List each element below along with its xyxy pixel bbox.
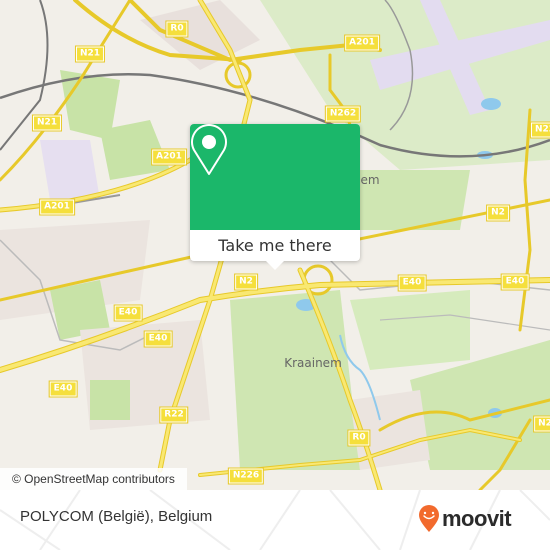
- road-shield-a201: A201: [151, 148, 187, 166]
- place-label-kraainem: Kraainem: [284, 356, 342, 370]
- road-shield-e40: E40: [113, 304, 143, 322]
- moovit-pin-icon: [419, 505, 439, 532]
- road-shield-r22: R22: [159, 406, 189, 424]
- road-shield-a201: A201: [344, 34, 380, 52]
- road-shield-e40: E40: [143, 330, 173, 348]
- road-shield-n2: N2: [533, 415, 550, 433]
- road-shield-n2: N2: [234, 273, 258, 291]
- road-shield-n21: N21: [74, 45, 106, 63]
- road-shield-n262: N262: [324, 105, 362, 123]
- road-shield-a201: A201: [39, 198, 75, 216]
- location-popup: Take me there: [190, 124, 360, 270]
- moovit-logo[interactable]: moovit: [418, 505, 512, 533]
- road-shield-r0: R0: [347, 429, 371, 447]
- road-shield-e40: E40: [48, 380, 78, 398]
- road-shield-r0: R0: [165, 20, 189, 38]
- road-shield-e40: E40: [500, 273, 530, 291]
- road-shield-n21: N21: [31, 114, 63, 132]
- road-shield-e40: E40: [397, 274, 427, 292]
- take-me-there-button[interactable]: Take me there: [190, 230, 360, 261]
- map-attribution[interactable]: © OpenStreetMap contributors: [0, 468, 187, 490]
- place-label-zaventem: em: [360, 173, 380, 187]
- popup-header: [190, 124, 360, 230]
- moovit-wordmark: moovit: [442, 506, 512, 531]
- map-view[interactable]: R0 N21 N21 A201 A201 A201 N262 N22 N2 N2…: [0, 0, 550, 490]
- map-pin-icon: [191, 124, 227, 175]
- road-shield-n226: N226: [227, 467, 265, 485]
- popup-pointer: [266, 261, 284, 270]
- road-shield-n2: N2: [486, 204, 510, 222]
- location-title: POLYCOM (België), Belgium: [20, 508, 213, 525]
- road-shield-n22: N22: [529, 121, 550, 139]
